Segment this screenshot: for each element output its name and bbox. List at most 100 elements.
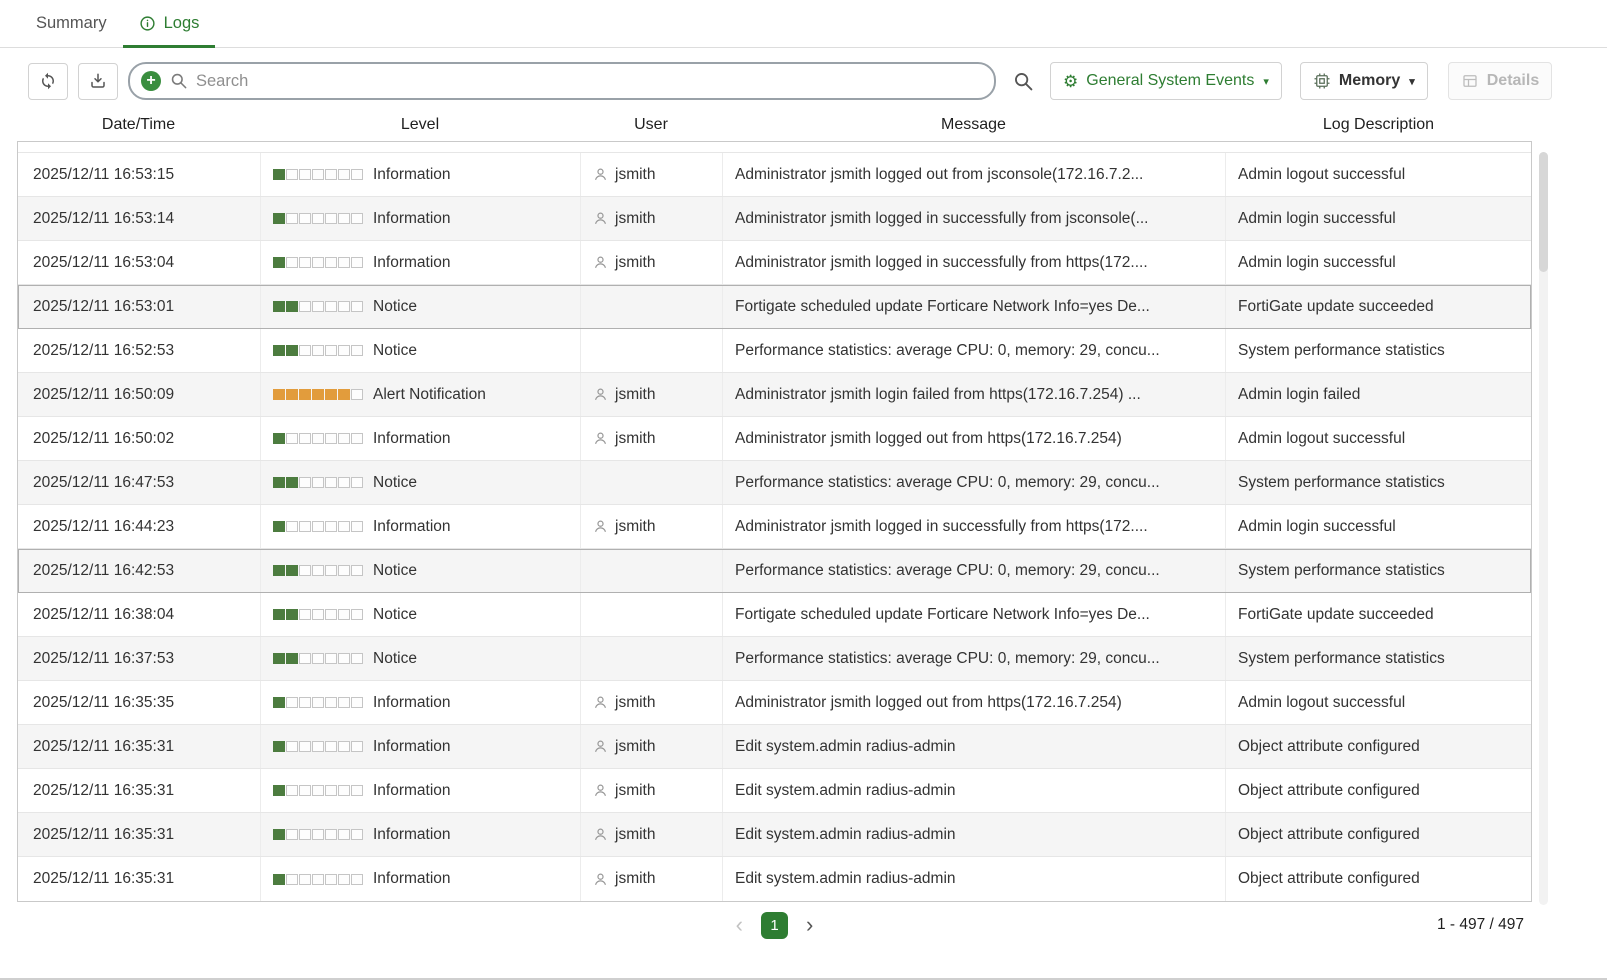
user-icon bbox=[593, 739, 608, 754]
refresh-icon bbox=[39, 72, 57, 90]
user-icon bbox=[593, 827, 608, 842]
prev-page-button[interactable]: ‹ bbox=[736, 914, 743, 936]
current-page-button[interactable]: 1 bbox=[761, 912, 788, 939]
log-table-body: 2025/12/11 16:53:15InformationjsmithAdmi… bbox=[17, 141, 1532, 902]
log-datetime: 2025/12/11 16:50:02 bbox=[18, 417, 261, 460]
log-datetime: 2025/12/11 16:47:53 bbox=[18, 461, 261, 504]
log-datetime: 2025/12/11 16:37:53 bbox=[18, 637, 261, 680]
tab-summary-label: Summary bbox=[36, 14, 107, 33]
log-description: Admin login failed bbox=[1226, 373, 1533, 416]
table-row[interactable]: 2025/12/11 16:47:53NoticePerformance sta… bbox=[18, 461, 1531, 505]
tab-summary[interactable]: Summary bbox=[20, 0, 123, 47]
tab-bar: Summary Logs bbox=[0, 0, 1607, 48]
scrollbar-thumb[interactable] bbox=[1539, 152, 1548, 272]
severity-bar-icon bbox=[273, 169, 363, 180]
event-type-label: General System Events bbox=[1086, 72, 1254, 90]
user-icon bbox=[593, 431, 608, 446]
details-label: Details bbox=[1487, 72, 1539, 90]
log-level: Information bbox=[261, 153, 581, 196]
log-description: Admin logout successful bbox=[1226, 417, 1533, 460]
table-row[interactable]: 2025/12/11 16:53:01NoticeFortigate sched… bbox=[18, 285, 1531, 329]
log-user bbox=[581, 329, 723, 372]
log-level: Notice bbox=[261, 329, 581, 372]
log-source-dropdown[interactable]: Memory ▾ bbox=[1300, 62, 1428, 100]
column-header-level[interactable]: Level bbox=[260, 116, 580, 134]
log-datetime: 2025/12/11 16:53:04 bbox=[18, 241, 261, 284]
table-row[interactable]: 2025/12/11 16:37:53NoticePerformance sta… bbox=[18, 637, 1531, 681]
table-row[interactable]: 2025/12/11 16:35:31InformationjsmithEdit… bbox=[18, 725, 1531, 769]
table-row[interactable]: 2025/12/11 16:52:53NoticePerformance sta… bbox=[18, 329, 1531, 373]
details-icon bbox=[1461, 72, 1479, 90]
tab-logs[interactable]: Logs bbox=[123, 0, 216, 47]
log-message: Edit system.admin radius-admin bbox=[723, 813, 1226, 856]
log-datetime: 2025/12/11 16:38:04 bbox=[18, 593, 261, 636]
log-message: Edit system.admin radius-admin bbox=[723, 857, 1226, 901]
user-icon bbox=[593, 695, 608, 710]
table-row[interactable]: 2025/12/11 16:53:04InformationjsmithAdmi… bbox=[18, 241, 1531, 285]
log-level: Notice bbox=[261, 461, 581, 504]
user-icon bbox=[593, 872, 608, 887]
severity-bar-icon bbox=[273, 785, 363, 796]
log-user: jsmith bbox=[581, 153, 723, 196]
column-header-user[interactable]: User bbox=[580, 116, 722, 134]
download-button[interactable] bbox=[78, 63, 118, 100]
log-level-label: Information bbox=[373, 870, 451, 888]
download-icon bbox=[89, 72, 107, 90]
table-row[interactable]: 2025/12/11 16:53:15InformationjsmithAdmi… bbox=[18, 153, 1531, 197]
column-header-datetime[interactable]: Date/Time bbox=[17, 116, 260, 134]
table-row[interactable]: 2025/12/11 16:44:23InformationjsmithAdmi… bbox=[18, 505, 1531, 549]
severity-bar-icon bbox=[273, 433, 363, 444]
event-type-dropdown[interactable]: ⚙ General System Events ▾ bbox=[1050, 62, 1282, 100]
table-row[interactable]: 2025/12/11 16:53:14InformationjsmithAdmi… bbox=[18, 197, 1531, 241]
severity-bar-icon bbox=[273, 609, 363, 620]
log-description: System performance statistics bbox=[1226, 637, 1533, 680]
table-row[interactable]: 2025/12/11 16:35:31InformationjsmithEdit… bbox=[18, 769, 1531, 813]
log-level: Notice bbox=[261, 549, 581, 592]
table-row[interactable]: 2025/12/11 16:35:35InformationjsmithAdmi… bbox=[18, 681, 1531, 725]
log-level: Notice bbox=[261, 285, 581, 328]
refresh-button[interactable] bbox=[28, 63, 68, 100]
log-user-name: jsmith bbox=[615, 210, 655, 228]
table-row[interactable]: 2025/12/11 16:50:09Alert Notificationjsm… bbox=[18, 373, 1531, 417]
table-row[interactable]: 2025/12/11 16:35:31InformationjsmithEdit… bbox=[18, 857, 1531, 901]
log-level-label: Notice bbox=[373, 298, 417, 316]
search-input[interactable] bbox=[128, 62, 996, 100]
search-submit-icon bbox=[1012, 70, 1034, 92]
info-icon bbox=[139, 15, 156, 32]
severity-bar-icon bbox=[273, 697, 363, 708]
column-header-message[interactable]: Message bbox=[722, 116, 1225, 134]
log-user bbox=[581, 637, 723, 680]
log-description: Object attribute configured bbox=[1226, 857, 1533, 901]
user-icon bbox=[593, 783, 608, 798]
column-header-log-description[interactable]: Log Description bbox=[1225, 116, 1532, 134]
log-level-label: Notice bbox=[373, 562, 417, 580]
memory-icon bbox=[1313, 72, 1331, 90]
log-user: jsmith bbox=[581, 417, 723, 460]
chevron-down-icon: ▾ bbox=[1263, 75, 1269, 88]
table-row[interactable]: 2025/12/11 16:35:31InformationjsmithEdit… bbox=[18, 813, 1531, 857]
log-level: Information bbox=[261, 857, 581, 901]
log-user bbox=[581, 593, 723, 636]
log-level-label: Notice bbox=[373, 606, 417, 624]
vertical-scrollbar[interactable] bbox=[1539, 152, 1548, 905]
log-level-label: Information bbox=[373, 694, 451, 712]
table-row[interactable]: 2025/12/11 16:38:04NoticeFortigate sched… bbox=[18, 593, 1531, 637]
next-page-button[interactable]: › bbox=[806, 914, 813, 936]
severity-bar-icon bbox=[273, 389, 363, 400]
log-datetime: 2025/12/11 16:35:31 bbox=[18, 813, 261, 856]
details-button[interactable]: Details bbox=[1448, 62, 1552, 100]
log-level-label: Information bbox=[373, 254, 451, 272]
log-user bbox=[581, 549, 723, 592]
search-submit-button[interactable] bbox=[1006, 63, 1040, 100]
log-message: Performance statistics: average CPU: 0, … bbox=[723, 329, 1226, 372]
log-description: FortiGate update succeeded bbox=[1226, 285, 1533, 328]
log-message: Performance statistics: average CPU: 0, … bbox=[723, 549, 1226, 592]
log-user: jsmith bbox=[581, 197, 723, 240]
add-filter-icon[interactable]: + bbox=[141, 71, 161, 91]
log-datetime: 2025/12/11 16:53:01 bbox=[18, 285, 261, 328]
log-level: Information bbox=[261, 417, 581, 460]
table-row[interactable]: 2025/12/11 16:50:02Informationjsmith Admi… bbox=[18, 417, 1531, 461]
severity-bar-icon bbox=[273, 653, 363, 664]
log-message: Administrator jsmith logged out from jsc… bbox=[723, 153, 1226, 196]
table-row[interactable]: 2025/12/11 16:42:53NoticePerformance sta… bbox=[18, 549, 1531, 593]
